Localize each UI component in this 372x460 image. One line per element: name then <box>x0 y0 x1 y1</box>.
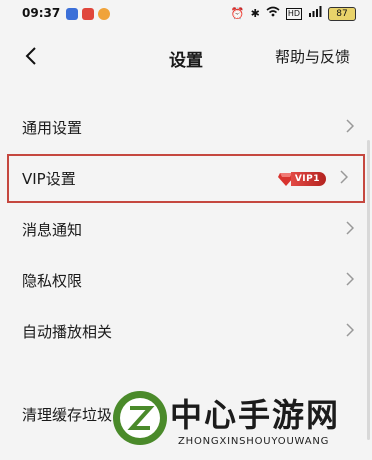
watermark-pinyin: ZHONGXINSHOUYOUWANG <box>178 436 330 447</box>
system-icons: ⏰ ✱ HD 87 <box>231 6 356 21</box>
app-notification-icon <box>82 8 94 20</box>
chevron-left-icon <box>25 47 36 65</box>
vip-level-badge: VIP1 <box>277 171 326 187</box>
settings-item-label: 消息通知 <box>22 221 83 239</box>
chevron-right-icon <box>346 221 354 235</box>
watermark-name: 中心手游网 <box>170 396 341 434</box>
status-bar: 09:37 ⏰ ✱ HD 87 <box>0 0 372 28</box>
status-time: 09:37 <box>22 6 61 20</box>
chevron-right-icon <box>346 323 354 337</box>
bluetooth-icon: ✱ <box>250 6 260 20</box>
help-feedback-link[interactable]: 帮助与反馈 <box>275 46 350 67</box>
navigation-bar: 设置 帮助与反馈 <box>0 28 372 84</box>
settings-item-label: 通用设置 <box>22 119 83 137</box>
app-notification-icon <box>66 8 78 20</box>
alarm-icon: ⏰ <box>230 6 245 20</box>
settings-item-notifications[interactable]: 消息通知 <box>0 204 372 255</box>
watermark: 中心手游网 ZHONGXINSHOUYOUWANG <box>108 382 370 460</box>
chevron-right-icon <box>346 119 354 133</box>
notification-icons <box>66 8 110 20</box>
wifi-icon <box>266 6 280 21</box>
settings-list: 通用设置 VIP设置 VIP1 消息通知 隐私权限 自动播放相关 <box>0 102 372 357</box>
settings-item-label: VIP设置 <box>22 170 76 188</box>
settings-item-vip[interactable]: VIP设置 VIP1 <box>6 153 366 204</box>
chevron-right-icon <box>340 170 348 184</box>
signal-icon <box>308 6 322 21</box>
hd-icon: HD <box>285 7 302 20</box>
vip-level-text: VIP1 <box>290 172 326 186</box>
chevron-right-icon <box>346 272 354 286</box>
battery-indicator: 87 <box>328 6 356 21</box>
weibo-icon <box>98 8 110 20</box>
clear-cache-item[interactable]: 清理缓存垃圾 <box>22 404 112 425</box>
settings-item-label: 隐私权限 <box>22 272 83 290</box>
settings-item-general[interactable]: 通用设置 <box>0 102 372 153</box>
settings-item-privacy[interactable]: 隐私权限 <box>0 255 372 306</box>
site-logo-icon <box>113 391 167 445</box>
settings-item-autoplay[interactable]: 自动播放相关 <box>0 306 372 357</box>
settings-item-label: 自动播放相关 <box>22 323 113 341</box>
back-button[interactable] <box>22 44 40 68</box>
